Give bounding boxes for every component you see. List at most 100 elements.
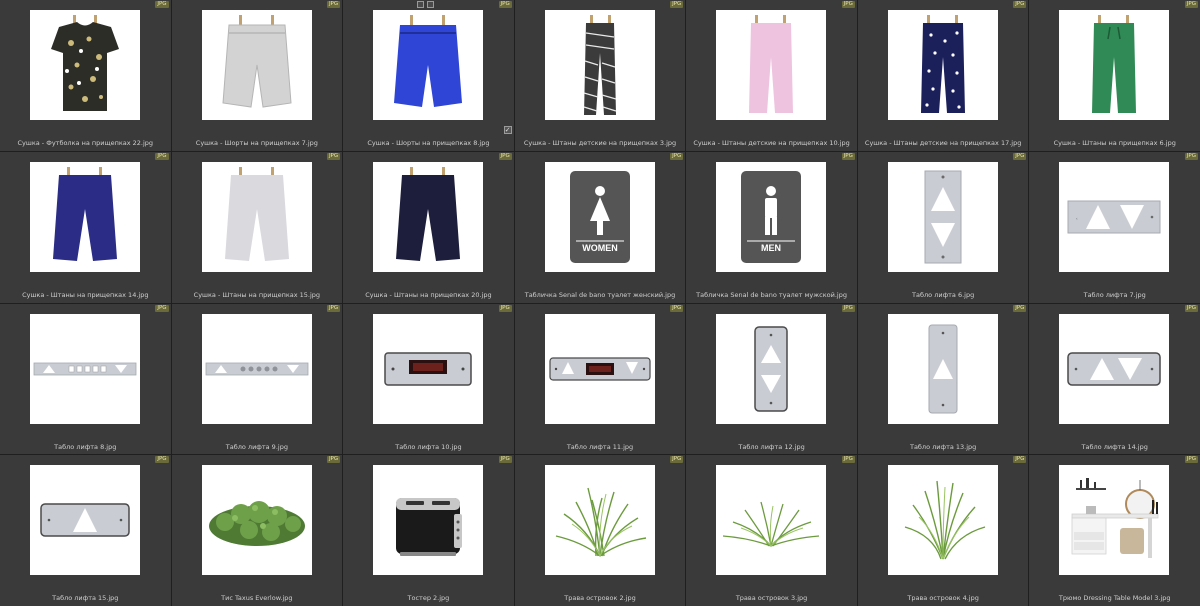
thumbnail-cell[interactable]: JPG ‹ Табло лифта 7.jpg (1029, 151, 1200, 303)
thumbnail-image[interactable] (201, 10, 312, 120)
thumbnail-cell[interactable]: JPG Табло лифта 9.jpg (171, 303, 343, 455)
thumbnail-cell[interactable]: JPG Табло лифта 10.jpg (343, 303, 514, 455)
capri-icon (224, 166, 289, 261)
restroom-sign-icon: MEN (741, 170, 802, 263)
file-name-label: Трава островок 3.jpg (735, 594, 808, 603)
grass-icon (555, 488, 646, 557)
thumbnail-grid: JPG Сушка - Футболка на прищепках 22.jpg… (0, 0, 1200, 606)
file-name-label: Табличка Senal de bano туалет женский.jp… (524, 290, 676, 299)
thumbnail-image[interactable] (544, 313, 655, 424)
elevator-display-icon (549, 356, 651, 381)
thumbnail-cell[interactable]: JPG Сушка - Футболка на прищепках 22.jpg (0, 0, 171, 151)
thumbnail-image[interactable] (30, 465, 140, 576)
file-type-badge: JPG (841, 456, 855, 464)
thumbnail-cell[interactable]: JPG Табло лифта 8.jpg (0, 303, 171, 455)
pencil-icon[interactable] (427, 1, 435, 8)
thumbnail-image[interactable] (201, 313, 312, 424)
thumbnail-image[interactable] (373, 161, 484, 272)
thumbnail-cell[interactable]: JPG Сушка - Штаны детские на прищепках 1… (857, 0, 1029, 151)
file-name-label: Сушка - Штаны детские на прищепках 17.jp… (864, 139, 1022, 147)
file-name-label: Табло лифта 8.jpg (54, 442, 117, 451)
thumbnail-cell[interactable]: JPG Сушка - Штаны детские на прищепках 1… (686, 0, 857, 151)
thumbnail-cell[interactable]: JPG Трава островок 3.jpg (686, 455, 857, 606)
thumbnail-cell[interactable]: JPG Тис Taxus Everlow.jpg (171, 455, 343, 606)
thumbnail-image[interactable] (1059, 10, 1170, 120)
file-type-badge: JPG (498, 304, 512, 312)
shorts-icon (394, 15, 463, 107)
checkbox-icon[interactable] (417, 1, 425, 8)
thumbnail-image[interactable] (201, 465, 312, 576)
thumbnail-image[interactable] (544, 465, 655, 576)
file-name-label: Сушка - Штаны на прищепках 6.jpg (1053, 139, 1176, 147)
thumbnail-cell[interactable]: JPG Сушка - Шорты на прищепках 7.jpg (171, 0, 343, 151)
thumbnail-image[interactable] (373, 313, 484, 424)
tshirt-icon (51, 15, 119, 111)
file-type-badge: JPG (670, 152, 684, 160)
file-name-label: Сушка - Штаны детские на прищепках 3.jpg (523, 139, 677, 147)
toaster-icon (396, 498, 463, 557)
elevator-panel-icon (205, 362, 308, 375)
thumbnail-cell[interactable]: JPG Трюмо Dressing Table Model 3.jpg (1029, 455, 1200, 606)
thumbnail-cell[interactable]: JPG Сушка - Штаны детские на прищепках 3… (514, 0, 686, 151)
dressing-table-icon (1072, 478, 1159, 559)
file-type-badge: JPG (841, 1, 855, 8)
file-name-label: Сушка - Штаны на прищепках 14.jpg (22, 290, 149, 299)
thumbnail-image[interactable]: WOMEN (544, 161, 655, 272)
thumbnail-image[interactable] (716, 465, 827, 576)
file-type-badge: JPG (498, 1, 512, 8)
pants-icon (749, 15, 794, 113)
thumbnail-image[interactable] (30, 313, 140, 424)
thumbnail-image[interactable] (373, 465, 484, 576)
thumbnail-image[interactable]: ‹ (1059, 161, 1170, 272)
file-name-label: Табло лифта 14.jpg (1081, 442, 1148, 451)
thumbnail-cell[interactable]: JPG Табло лифта 15.jpg (0, 455, 171, 606)
thumbnail-cell[interactable]: JPG ✓ Сушка - Шорты на прищепках 8.jpg (343, 0, 514, 151)
thumbnail-cell[interactable]: JPG Табло лифта 13.jpg (857, 303, 1029, 455)
file-name-label: Табло лифта 9.jpg (225, 442, 288, 451)
elevator-panel-icon (40, 503, 130, 537)
thumbnail-cell[interactable]: JPG Табло лифта 6.jpg (857, 151, 1029, 303)
file-type-badge: JPG (326, 152, 341, 160)
shrub-icon (208, 501, 305, 547)
file-name-label: Трава островок 4.jpg (907, 594, 979, 603)
restroom-sign-icon: WOMEN (569, 170, 630, 263)
thumbnail-image[interactable]: MEN (716, 161, 827, 272)
thumbnail-image[interactable] (1059, 465, 1170, 576)
thumbnail-cell[interactable]: JPG Табло лифта 14.jpg (1029, 303, 1200, 455)
thumbnail-cell[interactable]: JPG Табло лифта 12.jpg (686, 303, 857, 455)
elevator-panel-icon (33, 362, 137, 375)
file-type-badge: JPG (1013, 456, 1027, 464)
thumbnail-image[interactable] (201, 161, 312, 272)
thumbnail-cell[interactable]: JPG MEN Табличка Senal de bano туалет му… (686, 151, 857, 303)
thumbnail-image[interactable] (1059, 313, 1170, 424)
file-name-label: Сушка - Шорты на прищепках 8.jpg (367, 139, 490, 147)
thumbnail-cell[interactable]: JPG Табло лифта 11.jpg (514, 303, 686, 455)
thumbnail-cell[interactable]: JPG Сушка - Штаны на прищепках 20.jpg (343, 151, 514, 303)
thumbnail-cell[interactable]: JPG WOMEN Табличка Senal de bano туалет … (514, 151, 686, 303)
grass-icon (904, 481, 986, 560)
thumbnail-image[interactable] (373, 10, 484, 120)
thumbnail-cell[interactable]: JPG Сушка - Штаны на прищепках 15.jpg (171, 151, 343, 303)
thumbnail-cell[interactable]: JPG Трава островок 4.jpg (857, 455, 1029, 606)
thumbnail-image[interactable] (887, 465, 998, 576)
file-type-badge: JPG (498, 456, 512, 464)
thumbnail-image[interactable] (544, 10, 655, 120)
thumbnail-image[interactable] (30, 161, 140, 272)
elevator-display-icon (384, 351, 472, 386)
thumbnail-cell[interactable]: JPG Тостер 2.jpg (343, 455, 514, 606)
thumbnail-image[interactable] (716, 10, 827, 120)
file-type-badge: JPG (326, 456, 341, 464)
thumbnail-cell[interactable]: JPG Трава островок 2.jpg (514, 455, 686, 606)
check-icon[interactable]: ✓ (503, 126, 512, 134)
file-name-label: Табло лифта 10.jpg (395, 442, 462, 451)
capri-icon (396, 166, 461, 261)
thumbnail-cell[interactable]: JPG Сушка - Штаны на прищепках 14.jpg (0, 151, 171, 303)
thumbnail-image[interactable] (30, 10, 140, 120)
thumbnail-image[interactable] (887, 161, 998, 272)
file-name-label: Табло лифта 7.jpg (1083, 290, 1146, 299)
thumbnail-image[interactable] (887, 10, 998, 120)
file-name-label: Табло лифта 15.jpg (52, 594, 119, 603)
thumbnail-image[interactable] (887, 313, 998, 424)
thumbnail-image[interactable] (716, 313, 827, 424)
thumbnail-cell[interactable]: JPG Сушка - Штаны на прищепках 6.jpg (1029, 0, 1200, 151)
